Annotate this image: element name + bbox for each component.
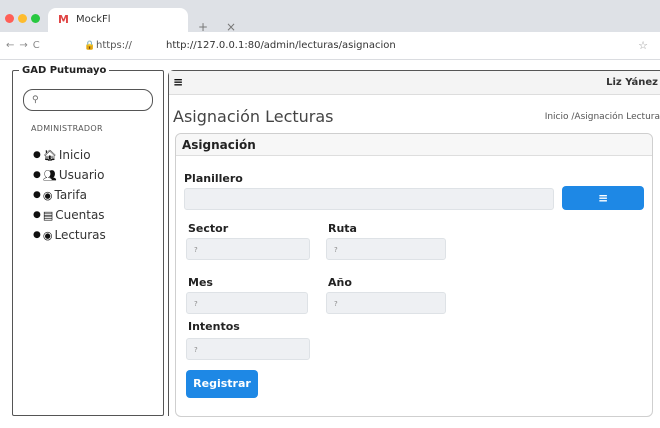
sidebar-item-label: Tarifa — [54, 188, 88, 202]
url-pill[interactable]: 🔒 https:// — [78, 37, 150, 55]
intentos-label: Intentos — [188, 320, 240, 333]
bullet-icon: ● — [33, 150, 41, 160]
tab-title: MockFl — [76, 14, 111, 25]
mes-input[interactable]: ? — [186, 292, 308, 314]
breadcrumb[interactable]: Inicio /Asignación Lectura — [545, 111, 660, 123]
address-input[interactable]: http://127.0.0.1:80/admin/lecturas/asign… — [166, 39, 396, 53]
page-title: Asignación Lecturas — [173, 107, 334, 126]
binoculars-icon: ◉ — [42, 228, 53, 242]
home-icon: 🏠︎ — [42, 148, 57, 162]
browser-titlebar: M MockFl + × — [0, 0, 660, 34]
anio-input[interactable]: ? — [326, 292, 446, 314]
registrar-label: Registrar — [193, 377, 251, 390]
sidebar-item-inicio[interactable]: ● 🏠︎ Inicio — [33, 145, 106, 165]
sidebar-item-label: Lecturas — [54, 228, 106, 242]
top-navbar: ≡ Liz Yánez — [169, 71, 660, 95]
card-header: Asignación — [176, 134, 652, 156]
lock-icon: 🔒 — [84, 41, 96, 51]
registrar-button[interactable]: Registrar — [186, 370, 258, 398]
mes-label: Mes — [188, 276, 213, 289]
assignment-card: Asignación Planillero ≡ Sector ? Ruta ? … — [175, 133, 653, 417]
main-content: ≡ Liz Yánez Asignación Lecturas Inicio /… — [168, 70, 660, 417]
sidebar-item-cuentas[interactable]: ● ▤ Cuentas — [33, 205, 106, 225]
ruta-input[interactable]: ? — [326, 238, 446, 260]
minimize-window-button[interactable] — [18, 14, 27, 23]
sidebar-item-tarifa[interactable]: ● ◉ Tarifa — [33, 185, 106, 205]
close-window-button[interactable] — [5, 14, 14, 23]
user-name[interactable]: Liz Yánez — [606, 76, 658, 90]
sidebar-section-label: ADMINISTRADOR — [31, 124, 103, 133]
maximize-window-button[interactable] — [31, 14, 40, 23]
browser-addressbar: ←→C 🔒 https:// http://127.0.0.1:80/admin… — [0, 32, 660, 60]
intentos-input[interactable]: ? — [186, 338, 310, 360]
sidebar-item-label: Usuario — [58, 168, 105, 182]
card-title: Asignación — [182, 138, 256, 152]
search-icon: ⚲ — [32, 95, 39, 105]
ruta-label: Ruta — [328, 222, 357, 235]
sidebar-item-label: Inicio — [58, 148, 91, 162]
sidebar-search-input[interactable]: ⚲ — [23, 89, 153, 111]
url-short: https:// — [96, 40, 132, 51]
bullet-icon: ● — [33, 190, 41, 200]
book-icon: ▤ — [42, 208, 54, 222]
binoculars-icon: ◉ — [42, 188, 53, 202]
planillero-label: Planillero — [184, 172, 243, 185]
users-icon: 👥︎ — [42, 168, 57, 182]
browser-tab[interactable]: M MockFl + × — [48, 8, 236, 34]
sidebar-title: GAD Putumayo — [19, 64, 110, 78]
sector-input[interactable]: ? — [186, 238, 310, 260]
sidebar-item-lecturas[interactable]: ● ◉ Lecturas — [33, 225, 106, 245]
nav-arrows-icon[interactable]: ←→C — [6, 39, 45, 53]
list-icon: ≡ — [597, 191, 609, 205]
sidebar-item-label: Cuentas — [55, 208, 105, 222]
hamburger-menu-icon[interactable]: ≡ — [173, 75, 183, 89]
bullet-icon: ● — [33, 210, 41, 220]
bullet-icon: ● — [33, 230, 41, 240]
sidebar-item-usuario[interactable]: ● 👥︎ Usuario — [33, 165, 106, 185]
bullet-icon: ● — [33, 170, 41, 180]
planillero-input[interactable] — [184, 188, 554, 210]
select-planillero-button[interactable]: ≡ — [562, 186, 644, 210]
sidebar-menu: ● 🏠︎ Inicio ● 👥︎ Usuario ● ◉ Tarifa ● ▤ … — [33, 145, 106, 245]
anio-label: Año — [328, 276, 352, 289]
bookmark-star-icon[interactable]: ☆ — [638, 39, 648, 53]
favicon-icon: M — [58, 13, 69, 26]
sidebar: GAD Putumayo ⚲ ADMINISTRADOR ● 🏠︎ Inicio… — [12, 64, 164, 416]
sector-label: Sector — [188, 222, 229, 235]
